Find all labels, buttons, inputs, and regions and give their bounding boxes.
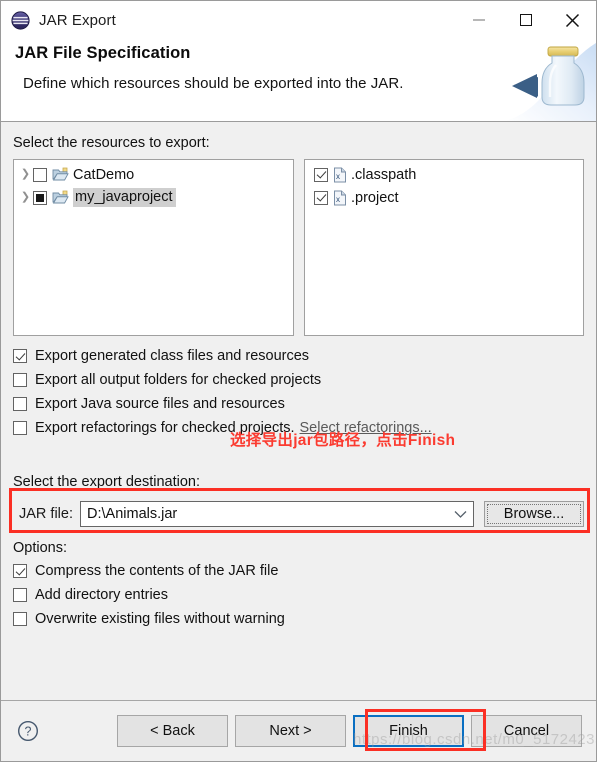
jar-export-dialog: JAR Export JAR File Specification Define… [0, 0, 597, 762]
window-controls [455, 1, 596, 39]
option-checkbox[interactable] [13, 397, 27, 411]
option-checkbox[interactable] [13, 564, 27, 578]
annotation-text: 选择导出jar包路径，点击Finish [230, 432, 456, 449]
svg-text:?: ? [25, 725, 32, 739]
minimize-button[interactable] [455, 1, 502, 39]
minimize-icon [472, 19, 485, 21]
option-overwrite-existing-files[interactable]: Overwrite existing files without warning [13, 607, 584, 631]
option-checkbox[interactable] [13, 612, 27, 626]
footer-buttons: < Back Next > Finish Cancel [110, 715, 582, 747]
help-question-icon[interactable]: ? [17, 720, 39, 742]
browse-button-label: Browse... [503, 506, 565, 522]
option-label: Export all output folders for checked pr… [35, 372, 322, 388]
browse-button[interactable]: Browse... [484, 501, 584, 527]
jar-file-input[interactable]: D:\Animals.jar [81, 506, 447, 522]
option-label: Add directory entries [35, 587, 168, 603]
option-checkbox[interactable] [13, 373, 27, 387]
tree-item-label: my_javaproject [73, 188, 176, 207]
next-button-label: Next > [269, 723, 312, 739]
file-label: .classpath [351, 166, 417, 183]
cancel-button-label: Cancel [503, 723, 550, 739]
eclipse-icon [11, 10, 30, 30]
folder-icon [52, 190, 69, 205]
option-checkbox[interactable] [13, 588, 27, 602]
dialog-body: Select the resources to export: ❯ CatDem… [1, 122, 596, 723]
resource-file-pane[interactable]: x .classpath x .project [304, 159, 584, 336]
option-compress-contents[interactable]: Compress the contents of the JAR file [13, 559, 584, 583]
chevron-down-icon[interactable] [447, 510, 473, 519]
next-button[interactable]: Next > [235, 715, 346, 747]
maximize-icon [519, 14, 532, 26]
option-label: Overwrite existing files without warning [35, 611, 285, 627]
xml-file-icon: x [333, 190, 347, 206]
jar-file-row: JAR file: D:\Animals.jar Browse... [13, 500, 584, 528]
chevron-right-icon[interactable]: ❯ [18, 192, 33, 203]
svg-text:x: x [336, 172, 340, 181]
folder-icon [52, 167, 69, 182]
finish-button[interactable]: Finish [353, 715, 464, 747]
jar-bottle-illustration [504, 43, 596, 121]
tree-checkbox[interactable] [33, 167, 47, 182]
file-checkbox[interactable] [314, 190, 328, 205]
tree-item-label: CatDemo [73, 166, 135, 183]
resources-label: Select the resources to export: [13, 135, 210, 151]
window-title: JAR Export [39, 11, 116, 29]
jar-file-label: JAR file: [19, 506, 73, 522]
option-label: Compress the contents of the JAR file [35, 563, 279, 579]
destination-label: Select the export destination: [13, 474, 201, 490]
dialog-footer: ? < Back Next > Finish Cancel https://bl… [1, 700, 596, 761]
project-tree-pane[interactable]: ❯ CatDemo ❯ my_javaproject [13, 159, 294, 336]
option-label: Export generated class files and resourc… [35, 348, 310, 364]
close-icon [565, 13, 580, 27]
tree-row[interactable]: ❯ CatDemo [14, 163, 293, 186]
finish-button-label: Finish [389, 723, 428, 739]
tree-checkbox[interactable] [33, 190, 47, 205]
jar-file-combo[interactable]: D:\Animals.jar [80, 501, 474, 527]
option-export-all-output-folders[interactable]: Export all output folders for checked pr… [13, 368, 584, 392]
svg-text:x: x [336, 195, 340, 204]
options-label: Options: [13, 540, 67, 556]
list-item[interactable]: x .project [305, 186, 583, 209]
option-label: Export Java source files and resources [35, 396, 285, 412]
list-item[interactable]: x .classpath [305, 163, 583, 186]
option-add-directory-entries[interactable]: Add directory entries [13, 583, 584, 607]
cancel-button[interactable]: Cancel [471, 715, 582, 747]
back-button-label: < Back [150, 723, 195, 739]
options-list: Compress the contents of the JAR file Ad… [13, 559, 584, 631]
file-label: .project [351, 189, 399, 206]
dialog-header: JAR File Specification Define which reso… [1, 39, 596, 122]
option-checkbox[interactable] [13, 421, 27, 435]
close-button[interactable] [549, 1, 596, 39]
option-checkbox[interactable] [13, 349, 27, 363]
option-export-java-source-files[interactable]: Export Java source files and resources [13, 392, 584, 416]
title-bar: JAR Export [1, 1, 596, 39]
maximize-button[interactable] [502, 1, 549, 39]
export-options-list: Export generated class files and resourc… [13, 344, 584, 440]
tree-row[interactable]: ❯ my_javaproject [14, 186, 293, 209]
chevron-right-icon[interactable]: ❯ [18, 169, 33, 180]
back-button[interactable]: < Back [117, 715, 228, 747]
xml-file-icon: x [333, 167, 347, 183]
file-checkbox[interactable] [314, 167, 328, 182]
option-export-generated-class-files[interactable]: Export generated class files and resourc… [13, 344, 584, 368]
resource-panes: ❯ CatDemo ❯ my_javaproject x .classpath … [13, 159, 584, 336]
